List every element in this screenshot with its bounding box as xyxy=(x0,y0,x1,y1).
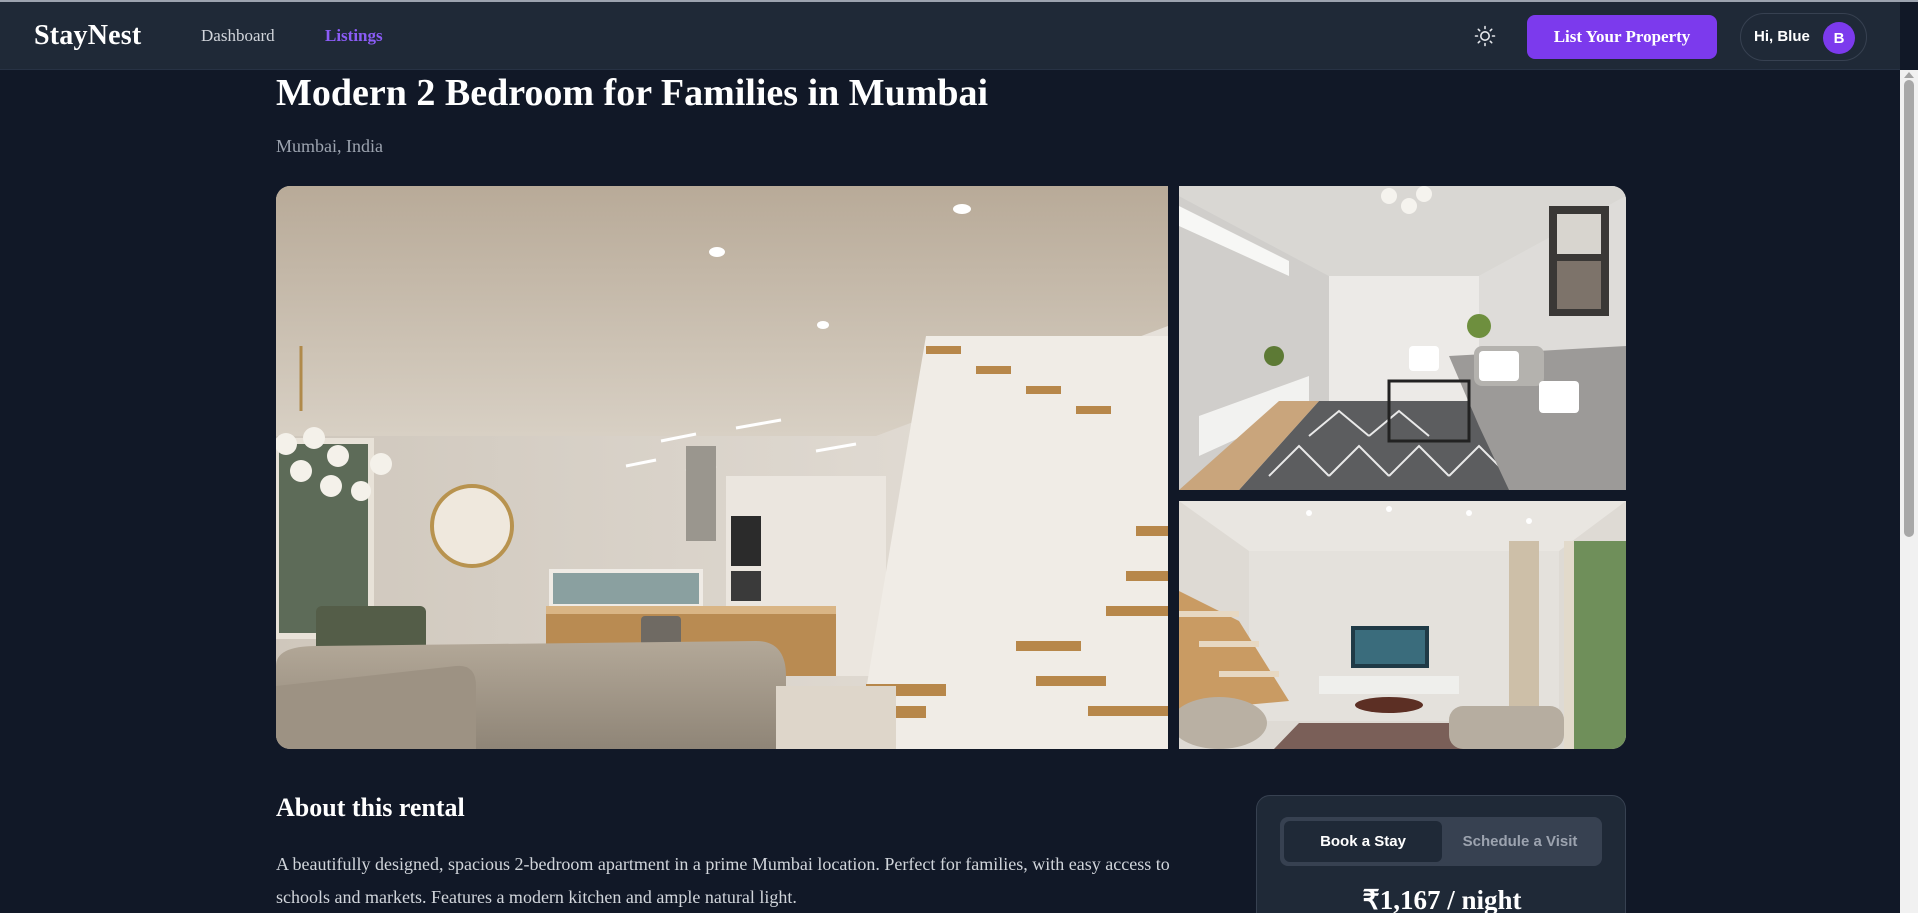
nightly-price: ₹1,167 / night xyxy=(1362,885,1522,913)
user-menu[interactable]: Hi, Blue B xyxy=(1740,13,1867,61)
gallery-photo-2[interactable] xyxy=(1179,186,1626,490)
about-description: A beautifully designed, spacious 2-bedro… xyxy=(276,854,1170,907)
brand-logo[interactable]: StayNest xyxy=(34,20,141,52)
tab-schedule-a-visit[interactable]: Schedule a Visit xyxy=(1442,821,1598,862)
scrollbar-thumb[interactable] xyxy=(1904,80,1914,537)
user-greeting: Hi, Blue xyxy=(1754,28,1810,45)
scroll-up-arrow-icon[interactable] xyxy=(1904,72,1914,78)
gallery-photo-3[interactable] xyxy=(1179,501,1626,749)
about-heading: About this rental xyxy=(276,793,465,822)
booking-tabs: Book a Stay Schedule a Visit xyxy=(1280,817,1602,866)
nav-link-listings[interactable]: Listings xyxy=(325,26,383,46)
avatar: B xyxy=(1823,22,1855,54)
list-property-button[interactable]: List Your Property xyxy=(1527,15,1717,59)
listing-location: Mumbai, India xyxy=(276,136,383,156)
tab-book-a-stay[interactable]: Book a Stay xyxy=(1284,821,1442,862)
gallery-photo-main[interactable] xyxy=(276,186,1168,749)
nav-link-dashboard[interactable]: Dashboard xyxy=(201,26,275,46)
navbar: StayNest Dashboard Listings List Your Pr… xyxy=(0,2,1900,70)
page-title: Modern 2 Bedroom for Families in Mumbai xyxy=(276,72,989,114)
sun-icon[interactable] xyxy=(1474,25,1496,47)
booking-card: Book a Stay Schedule a Visit ₹1,167 / ni… xyxy=(1256,795,1626,913)
